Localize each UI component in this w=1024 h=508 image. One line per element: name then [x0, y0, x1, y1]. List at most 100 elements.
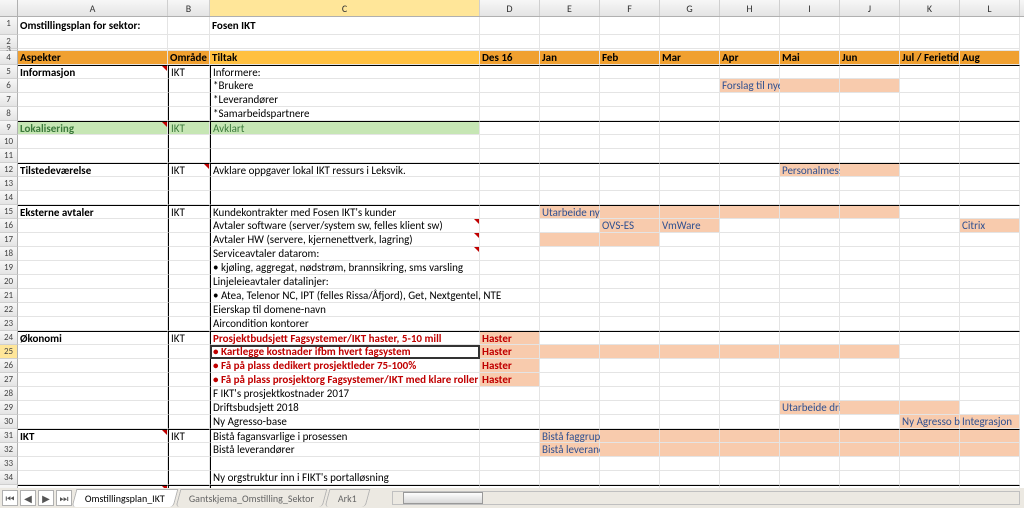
cell[interactable]: Eksterne avtaler — [18, 205, 168, 219]
cell[interactable]: OVS-ES — [600, 219, 660, 233]
cell[interactable]: • Få på plass prosjektorg Fagsystemer/IK… — [210, 373, 480, 387]
cell[interactable]: *Leverandører — [210, 93, 480, 107]
cell[interactable]: Serviceavtaler datarom: — [210, 247, 480, 261]
row-header[interactable]: 22 — [0, 303, 18, 317]
header-month[interactable]: Mar — [660, 51, 720, 65]
cell[interactable]: IKT — [168, 163, 210, 177]
col-header[interactable]: H — [720, 0, 780, 16]
cell[interactable]: Økonomi — [18, 331, 168, 345]
cell[interactable]: IKT — [168, 205, 210, 219]
row-header[interactable]: 32 — [0, 443, 18, 457]
gantt-span[interactable]: Personalmessig avklart — [780, 163, 840, 177]
row-header[interactable]: 21 — [0, 289, 18, 303]
row-header[interactable]: 18 — [0, 247, 18, 261]
col-header[interactable]: D — [480, 0, 540, 16]
header-aspekter[interactable]: Aspekter — [18, 51, 168, 65]
selected-cell[interactable]: • Kartlegge kostnader ifbm hvert fagsyst… — [210, 345, 480, 359]
cell[interactable]: • Atea, Telenor NC, IPT (felles Rissa/Åf… — [210, 289, 480, 303]
row-header[interactable]: 33 — [0, 457, 18, 471]
cell[interactable]: Integrasjon — [960, 415, 1020, 429]
cell[interactable]: Citrix — [960, 219, 1020, 233]
spreadsheet-grid[interactable]: 1 Omstillingsplan for sektor: Fosen IKT … — [0, 17, 1024, 499]
gantt-span[interactable]: Utarbeide driftsbudsjett for 2018 — [780, 401, 840, 415]
cell[interactable]: *Brukere — [210, 79, 480, 93]
cell[interactable]: Driftsbudsjett 2018 — [210, 401, 480, 415]
row-header[interactable]: 24 — [0, 331, 18, 345]
header-month[interactable]: Aug — [960, 51, 1020, 65]
header-month[interactable]: Jul / Ferietid — [900, 51, 960, 65]
row-header[interactable]: 6 — [0, 79, 18, 93]
row-header[interactable]: 12 — [0, 163, 18, 177]
header-month[interactable]: Jun — [840, 51, 900, 65]
tab-nav-first-icon[interactable]: ⏮ — [2, 490, 18, 506]
row-header[interactable]: 13 — [0, 177, 18, 191]
row-header[interactable]: 17 — [0, 233, 18, 247]
tab-nav-prev-icon[interactable]: ◀ — [20, 490, 36, 506]
row-header[interactable]: 26 — [0, 359, 18, 373]
row-header[interactable]: 5 — [0, 65, 18, 79]
cell-haster[interactable]: Haster — [480, 345, 540, 359]
cell-haster[interactable]: Haster — [480, 373, 540, 387]
row-header[interactable]: 19 — [0, 261, 18, 275]
cell[interactable]: Avtaler HW (servere, kjernenettverk, lag… — [210, 233, 480, 247]
select-all-corner[interactable] — [0, 0, 18, 16]
header-tiltak[interactable]: Tiltak — [210, 51, 480, 65]
cell[interactable]: Kundekontrakter med Fosen IKT's kunder — [210, 205, 480, 219]
row-header[interactable]: 16 — [0, 219, 18, 233]
cell[interactable]: Prosjektbudsjett Fagsystemer/IKT haster,… — [210, 331, 480, 345]
row-header[interactable]: 30 — [0, 415, 18, 429]
col-header[interactable]: G — [660, 0, 720, 16]
cell[interactable] — [168, 17, 210, 35]
header-month[interactable]: Apr — [720, 51, 780, 65]
col-header[interactable]: C — [210, 0, 480, 16]
cell[interactable]: Ny Agresso-base — [210, 415, 480, 429]
cell-haster[interactable]: Haster — [480, 359, 540, 373]
gantt-span[interactable]: Utarbeide nye kundekontrakter med kommun… — [540, 205, 600, 219]
header-month[interactable]: Des 16 — [480, 51, 540, 65]
col-header[interactable]: E — [540, 0, 600, 16]
row-header[interactable]: 7 — [0, 93, 18, 107]
cell[interactable]: IKT — [168, 429, 210, 443]
sheet-tab[interactable]: Gantskjema_Omstilling_Sektor — [175, 489, 327, 507]
row-header[interactable]: 27 — [0, 373, 18, 387]
row-header[interactable]: 28 — [0, 387, 18, 401]
cell[interactable]: IKT — [168, 65, 210, 79]
tab-nav-next-icon[interactable]: ▶ — [38, 490, 54, 506]
cell[interactable]: Informere: — [210, 65, 480, 79]
cell[interactable]: Bistå leverandører — [210, 443, 480, 457]
col-header[interactable]: B — [168, 0, 210, 16]
row-header[interactable]: 15 — [0, 205, 18, 219]
col-header[interactable]: I — [780, 0, 840, 16]
row-header[interactable]: 25 — [0, 345, 18, 359]
cell[interactable]: Avklart — [210, 121, 480, 135]
row-header[interactable]: 14 — [0, 191, 18, 205]
cell[interactable]: Bistå fagansvarlige i prosessen — [210, 429, 480, 443]
header-month[interactable]: Feb — [600, 51, 660, 65]
row-header[interactable]: 20 — [0, 275, 18, 289]
cell[interactable]: • kjøling, aggregat, nødstrøm, brannsikr… — [210, 261, 480, 275]
cell[interactable]: Lokalisering — [18, 121, 168, 135]
col-header[interactable]: A — [18, 0, 168, 16]
cell[interactable]: Eierskap til domene-navn — [210, 303, 480, 317]
cell[interactable]: *Samarbeidspartnere — [210, 107, 480, 121]
header-month[interactable]: Jan — [540, 51, 600, 65]
cell[interactable]: Ny orgstruktur inn i FIKT's portalløsnin… — [210, 471, 480, 485]
row-header[interactable]: 1 — [0, 17, 18, 35]
cell[interactable]: Informasjon — [18, 65, 168, 79]
row-header[interactable]: 10 — [0, 135, 18, 149]
cell[interactable]: F IKT's prosjektkostnader 2017 — [210, 387, 480, 401]
row-header[interactable]: 31 — [0, 429, 18, 443]
cell[interactable]: Ny Agresso base — [900, 415, 960, 429]
gantt-span[interactable]: Bistå faggruppene/enhetene med implement… — [540, 429, 600, 443]
tab-nav-last-icon[interactable]: ⏭ — [56, 490, 72, 506]
col-header[interactable]: L — [960, 0, 1020, 16]
header-month[interactable]: Mai — [780, 51, 840, 65]
cell[interactable]: Linjeleieavtaler datalinjer: — [210, 275, 480, 289]
cell-haster[interactable]: Haster — [480, 331, 540, 345]
row-header[interactable]: 29 — [0, 401, 18, 415]
cell[interactable]: IKT — [168, 121, 210, 135]
sheet-tab[interactable]: Ark1 — [325, 489, 371, 507]
cell[interactable]: VmWare — [660, 219, 720, 233]
row-header[interactable]: 23 — [0, 317, 18, 331]
header-omrade[interactable]: Område — [168, 51, 210, 65]
